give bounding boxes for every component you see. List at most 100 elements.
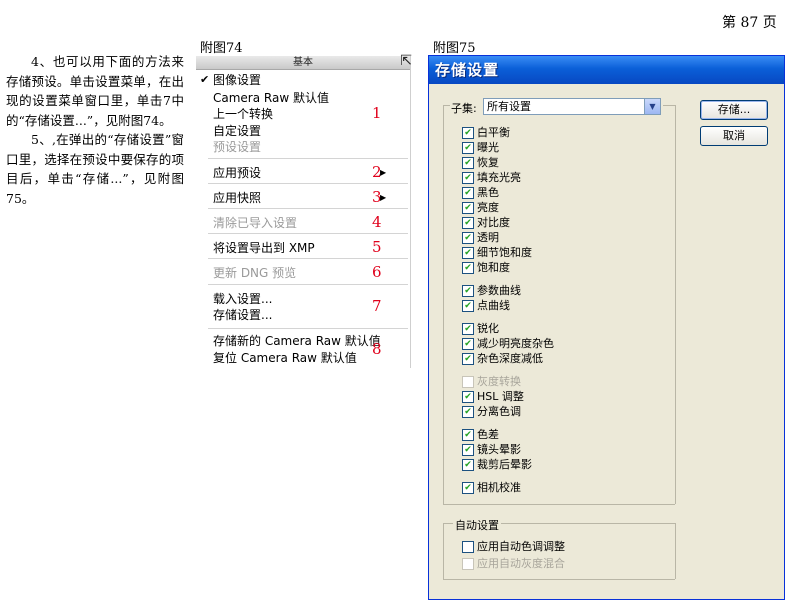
menu-item-label: 图像设置 — [213, 73, 262, 87]
checkbox-label: 镜头晕影 — [477, 443, 521, 456]
checkbox-label: 透明 — [477, 231, 499, 244]
group-border — [675, 523, 676, 579]
checkbox-box[interactable]: ✔ — [462, 444, 474, 456]
checkbox-box — [462, 376, 474, 388]
subset-selected-value: 所有设置 — [487, 100, 531, 113]
checkbox-label: 填充光亮 — [477, 171, 521, 184]
checkmark-icon: ✔ — [200, 73, 210, 86]
checkbox-box[interactable]: ✔ — [462, 300, 474, 312]
checkbox-box[interactable]: ✔ — [462, 391, 474, 403]
auto-settings-group-label: 自动设置 — [453, 517, 501, 533]
menu-item-image-settings[interactable]: ✔ 图像设置 — [200, 72, 262, 88]
group-border — [443, 504, 675, 505]
annotation-number-4: 4 — [372, 213, 382, 231]
checkbox-label: 灰度转换 — [477, 375, 521, 388]
menu-separator — [208, 158, 408, 159]
checkbox-box — [462, 558, 474, 570]
dialog-title: 存储设置 — [435, 61, 500, 79]
checkbox-box[interactable]: ✔ — [462, 262, 474, 274]
menu-separator — [208, 233, 408, 234]
menu-item-update-dng-preview: 更新 DNG 预览 — [213, 266, 297, 280]
annotation-number-1: 1 — [372, 104, 382, 122]
menu-item-camera-raw-defaults[interactable]: Camera Raw 默认值 — [213, 90, 329, 106]
checkbox-box[interactable]: ✔ — [462, 353, 474, 365]
menu-item-previous-conversion[interactable]: 上一个转换 — [213, 106, 273, 122]
menu-item-apply-snapshot[interactable]: 应用快照 — [213, 190, 261, 206]
menu-separator — [208, 258, 408, 259]
checkbox-label: 曝光 — [477, 141, 499, 154]
instruction-step-4: 4、也可以用下面的方法来存储预设。单击设置菜单，在出现的设置菜单窗口里，单击7中… — [6, 54, 184, 128]
figure-74-caption: 附图74 — [200, 41, 243, 56]
checkbox-label: 点曲线 — [477, 299, 510, 312]
menu-separator — [208, 208, 408, 209]
checkbox-label: 亮度 — [477, 201, 499, 214]
instruction-text: 4、也可以用下面的方法来存储预设。单击设置菜单，在出现的设置菜单窗口里，单击7中… — [6, 52, 184, 208]
checkbox-box[interactable]: ✔ — [462, 323, 474, 335]
checkbox-box[interactable]: ✔ — [462, 285, 474, 297]
save-settings-dialog: 存储设置 子集: 所有设置 ▼ 存储... 取消 ✔ 白平衡 ✔ 曝光 ✔ 恢复 ✔ 填… — [428, 55, 785, 600]
checkbox-box[interactable]: ✔ — [462, 187, 474, 199]
menu-item-export-to-xmp[interactable]: 将设置导出到 XMP — [213, 240, 315, 256]
menu-separator — [208, 284, 408, 285]
group-border — [675, 105, 676, 504]
checkbox-label: 饱和度 — [477, 261, 510, 274]
mouse-cursor-icon: ⇱ — [400, 53, 412, 69]
checkbox-label: 黑色 — [477, 186, 499, 199]
subset-select[interactable]: 所有设置 ▼ — [483, 98, 661, 115]
save-button[interactable]: 存储... — [700, 100, 768, 120]
annotation-number-6: 6 — [372, 263, 382, 281]
checkbox-label: HSL 调整 — [477, 390, 524, 403]
group-border — [443, 523, 444, 579]
checkbox-box[interactable]: ✔ — [462, 217, 474, 229]
menu-separator — [208, 183, 408, 184]
menu-item-apply-preset[interactable]: 应用预设 — [213, 165, 261, 181]
checkbox-box[interactable]: ✔ — [462, 247, 474, 259]
checkbox-box[interactable]: ✔ — [462, 459, 474, 471]
cancel-button[interactable]: 取消 — [700, 126, 768, 146]
checkbox-label: 减少明亮度杂色 — [477, 337, 554, 350]
checkbox-box[interactable]: ✔ — [462, 429, 474, 441]
checkbox-box[interactable]: ✔ — [462, 142, 474, 154]
checkbox-box[interactable]: ✔ — [462, 202, 474, 214]
checkbox-label: 分离色调 — [477, 405, 521, 418]
annotation-number-5: 5 — [372, 238, 382, 256]
checkbox-box[interactable]: ✔ — [462, 157, 474, 169]
checkbox-label: 应用自动色调调整 — [477, 540, 565, 553]
checkbox-box[interactable]: ✔ — [462, 172, 474, 184]
menu-item-clear-imported-settings: 清除已导入设置 — [213, 216, 298, 230]
checkbox-box[interactable] — [462, 541, 474, 553]
checkbox-label: 对比度 — [477, 216, 510, 229]
menu-item-reset-defaults[interactable]: 复位 Camera Raw 默认值 — [213, 350, 357, 366]
figure-75-caption: 附图75 — [433, 41, 476, 56]
settings-menu: 基本 ⇱ ✔ 图像设置 Camera Raw 默认值 上一个转换 自定设置 预设… — [196, 53, 412, 368]
menu-header: 基本 ⇱ — [196, 53, 412, 70]
menu-item-load-settings[interactable]: 载入设置... — [213, 291, 272, 307]
chevron-down-icon[interactable]: ▼ — [644, 99, 660, 114]
checkbox-label: 恢复 — [477, 156, 499, 169]
group-border — [443, 105, 450, 106]
submenu-arrow-icon: ▶ — [380, 168, 387, 177]
group-border — [443, 579, 675, 580]
subset-label: 子集: — [451, 102, 477, 115]
checkbox-box[interactable]: ✔ — [462, 232, 474, 244]
checkbox-box[interactable]: ✔ — [462, 406, 474, 418]
page-number: 第 87 页 — [722, 15, 777, 31]
checkbox-label: 细节饱和度 — [477, 246, 532, 259]
checkbox-box[interactable]: ✔ — [462, 482, 474, 494]
checkbox-label: 应用自动灰度混合 — [477, 557, 565, 570]
checkbox-label: 白平衡 — [477, 126, 510, 139]
checkbox-label: 锐化 — [477, 322, 499, 335]
checkbox-label: 色差 — [477, 428, 499, 441]
menu-item-preset-settings: 预设设置 — [213, 140, 262, 154]
group-border — [663, 105, 675, 106]
menu-item-custom-settings[interactable]: 自定设置 — [213, 123, 261, 139]
annotation-number-8: 8 — [372, 340, 382, 358]
checkbox-box[interactable]: ✔ — [462, 338, 474, 350]
dialog-titlebar[interactable]: 存储设置 — [429, 56, 784, 84]
menu-item-save-new-defaults[interactable]: 存储新的 Camera Raw 默认值 — [213, 333, 381, 349]
instruction-step-5: 5、,在弹出的“存储设置”窗口里，选择在预设中要保存的项目后，单击“存储...”… — [6, 132, 184, 206]
checkbox-box[interactable]: ✔ — [462, 127, 474, 139]
menu-item-save-settings[interactable]: 存储设置... — [213, 307, 272, 323]
group-border — [443, 105, 444, 504]
submenu-arrow-icon: ▶ — [380, 193, 387, 202]
